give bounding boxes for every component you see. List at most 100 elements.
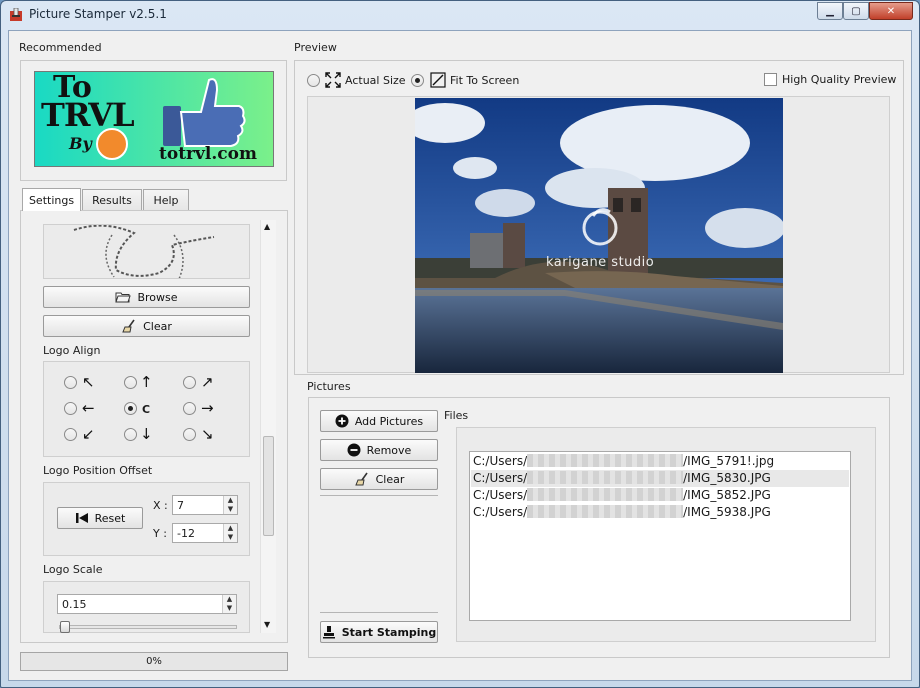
start-stamping-button[interactable]: Start Stamping <box>320 621 438 643</box>
arrow-up-left-icon: ↖ <box>82 373 95 391</box>
x-offset-spinbox[interactable]: 7 ▲ ▼ <box>172 495 238 515</box>
logo-scale-label: Logo Scale <box>43 563 103 576</box>
scroll-down-icon[interactable]: ▼ <box>264 620 270 629</box>
fit-to-screen-radio[interactable] <box>411 74 424 87</box>
spin-up-icon[interactable]: ▲ <box>224 524 237 533</box>
align-center-label: C <box>142 403 151 416</box>
spin-up-icon[interactable]: ▲ <box>223 595 236 604</box>
file-list-item[interactable]: C:/Users//IMG_5830.JPG <box>471 470 849 487</box>
scale-slider-thumb[interactable] <box>60 621 70 633</box>
banner-site: totrvl.com <box>159 144 257 164</box>
files-label: Files <box>444 409 469 422</box>
x-offset-label: X : <box>153 499 168 512</box>
align-bottom-right-radio[interactable] <box>183 428 196 441</box>
expand-icon <box>325 72 341 88</box>
spin-up-icon[interactable]: ▲ <box>224 496 237 505</box>
app-window: Picture Stamper v2.5.1 ▁ ▢ ✕ Recommended <box>0 0 920 688</box>
clear-pictures-button[interactable]: Clear <box>320 468 438 490</box>
arrow-right-icon: → <box>201 399 214 417</box>
banner-by: By <box>69 134 92 153</box>
spin-down-icon[interactable]: ▼ <box>224 505 237 514</box>
tab-settings[interactable]: Settings <box>22 188 81 211</box>
preview-label: Preview <box>294 41 337 54</box>
align-top-radio[interactable] <box>124 376 137 389</box>
watermark-text: karigane studio <box>546 255 655 270</box>
close-icon: ✕ <box>886 5 896 17</box>
browse-button[interactable]: Browse <box>43 286 250 308</box>
logo-image <box>73 225 215 278</box>
y-offset-spinbox[interactable]: -12 ▲ ▼ <box>172 523 238 543</box>
remove-circle-icon <box>347 443 361 457</box>
divider <box>320 612 438 613</box>
maximize-icon: ▢ <box>851 5 861 17</box>
y-offset-label: Y : <box>153 527 167 540</box>
title-bar[interactable]: Picture Stamper v2.5.1 ▁ ▢ ✕ <box>1 1 919 29</box>
file-list-item[interactable]: C:/Users//IMG_5791!.jpg <box>471 453 849 470</box>
minimize-icon: ▁ <box>826 5 834 17</box>
fit-screen-icon <box>430 72 446 88</box>
sponsor-banner[interactable]: To TRVL By totrvl.com <box>34 70 274 167</box>
add-circle-icon <box>335 414 349 428</box>
minimize-button[interactable]: ▁ <box>817 2 843 20</box>
scrollbar-thumb[interactable] <box>263 436 274 536</box>
skip-back-icon <box>75 513 88 523</box>
banner-trvl: TRVL <box>41 96 135 134</box>
divider <box>320 495 438 496</box>
broom-icon <box>122 319 135 333</box>
high-quality-checkbox[interactable] <box>764 73 777 86</box>
scale-spinbox[interactable]: 0.15 ▲ ▼ <box>57 594 237 614</box>
pictures-label: Pictures <box>307 380 351 393</box>
align-bottom-left-radio[interactable] <box>64 428 77 441</box>
preview-photo <box>415 98 783 373</box>
align-bottom-radio[interactable] <box>124 428 137 441</box>
file-list-item[interactable]: C:/Users//IMG_5938.JPG <box>471 504 849 521</box>
align-top-left-radio[interactable] <box>64 376 77 389</box>
add-pictures-button[interactable]: Add Pictures <box>320 410 438 432</box>
close-button[interactable]: ✕ <box>869 2 913 20</box>
reset-offset-button[interactable]: Reset <box>57 507 143 529</box>
arrow-left-icon: ← <box>82 399 95 417</box>
actual-size-radio[interactable] <box>307 74 320 87</box>
file-list-item[interactable]: C:/Users//IMG_5852.JPG <box>471 487 849 504</box>
client-area: Recommended To TRVL By totrvl.com Settin… <box>8 30 912 681</box>
progress-bar: 0% <box>20 652 288 671</box>
folder-icon <box>115 292 132 303</box>
align-right-radio[interactable] <box>183 402 196 415</box>
spin-down-icon[interactable]: ▼ <box>223 604 236 613</box>
high-quality-label: High Quality Preview <box>782 73 897 86</box>
redacted-path <box>527 454 684 467</box>
logo-align-grid: ↖ ↑ ↗ ← C → ↙ ↓ ↘ <box>43 361 250 457</box>
scale-slider-track[interactable] <box>59 621 237 633</box>
logo-align-label: Logo Align <box>43 344 101 357</box>
arrow-up-right-icon: ↗ <box>201 373 214 391</box>
files-group: C:/Users//IMG_5791!.jpg C:/Users//IMG_583… <box>456 427 876 642</box>
arrow-down-right-icon: ↘ <box>201 425 214 443</box>
remove-button[interactable]: Remove <box>320 439 438 461</box>
align-left-radio[interactable] <box>64 402 77 415</box>
preview-canvas[interactable]: karigane studio <box>307 96 890 373</box>
broom-icon <box>354 472 368 486</box>
stamp-icon <box>322 626 335 639</box>
redacted-path <box>527 471 684 484</box>
scroll-up-icon[interactable]: ▲ <box>264 222 270 231</box>
tab-results[interactable]: Results <box>82 189 142 210</box>
logo-offset-label: Logo Position Offset <box>43 464 153 477</box>
logo-offset-group: Reset X : 7 ▲ ▼ Y : -12 ▲ ▼ <box>43 482 250 556</box>
align-center-radio[interactable] <box>124 402 137 415</box>
settings-scrollbar[interactable]: ▲ ▼ <box>260 220 276 633</box>
maximize-button[interactable]: ▢ <box>843 2 869 20</box>
align-top-right-radio[interactable] <box>183 376 196 389</box>
progress-text: 0% <box>146 656 162 667</box>
fit-to-screen-label: Fit To Screen <box>450 74 520 87</box>
app-icon <box>10 8 22 21</box>
logo-scale-group: 0.15 ▲ ▼ <box>43 581 250 633</box>
clear-logo-button[interactable]: Clear <box>43 315 250 337</box>
redacted-path <box>527 505 684 518</box>
arrow-up-icon: ↑ <box>140 373 153 391</box>
spin-down-icon[interactable]: ▼ <box>224 533 237 542</box>
arrow-down-icon: ↓ <box>140 425 153 443</box>
logo-preview <box>43 224 250 279</box>
actual-size-label: Actual Size <box>345 74 406 87</box>
tab-help[interactable]: Help <box>143 189 189 210</box>
files-list[interactable]: C:/Users//IMG_5791!.jpg C:/Users//IMG_583… <box>469 451 851 621</box>
